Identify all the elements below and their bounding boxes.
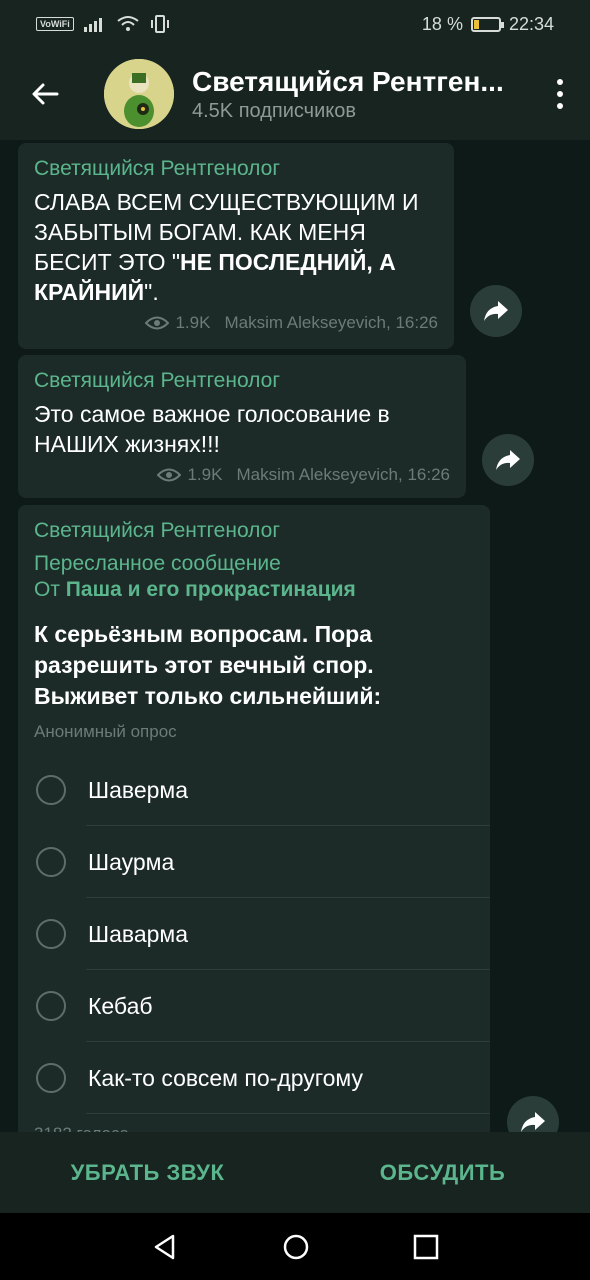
subscriber-count: 4.5K подписчиков [192, 99, 356, 122]
mute-button[interactable]: УБРАТЬ ЗВУК [0, 1160, 295, 1186]
message-meta: 1.9K Maksim Alekseyevich, 16:26 [34, 465, 450, 485]
poll-message-bubble[interactable]: Светящийся Рентгенолог Пересланное сообщ… [18, 505, 490, 1132]
vowifi-badge: VoWiFi [36, 17, 74, 31]
poll-vote-count: 3182 голоса [34, 1124, 474, 1132]
channel-header: Светящийся Рентген... 4.5K подписчиков [0, 48, 590, 140]
poll-question: К серьёзным вопросам. Пора разрешить это… [34, 621, 382, 709]
signal-icon [83, 18, 102, 32]
poll-option-label: Как-то совсем по-другому [88, 1064, 363, 1091]
dot [557, 91, 563, 97]
message-author[interactable]: Светящийся Рентгенолог [34, 157, 438, 181]
forwarded-label: Пересланное сообщение [34, 552, 281, 575]
nav-back-icon[interactable] [151, 1233, 179, 1261]
poll-option[interactable]: Кебаб [34, 970, 490, 1042]
radio-button[interactable] [36, 1063, 66, 1093]
share-button[interactable] [482, 434, 534, 486]
share-arrow-icon [521, 1112, 545, 1132]
poll-type: Анонимный опрос [34, 722, 177, 741]
poll-options: Шаверма Шаурма Шаварма Кебаб Как-то совс… [34, 754, 490, 1114]
poll-option[interactable]: Шаварма [34, 898, 490, 970]
wifi-icon [117, 16, 139, 31]
system-navigation-bar [0, 1213, 590, 1280]
back-button[interactable] [0, 48, 90, 140]
vibrate-icon [150, 15, 169, 33]
radio-button[interactable] [36, 991, 66, 1021]
arrow-left-icon [32, 83, 59, 105]
battery-percent: 18 % [421, 13, 463, 34]
more-options-button[interactable] [530, 48, 590, 140]
discuss-button[interactable]: ОБСУДИТЬ [295, 1160, 590, 1186]
nav-recents-icon[interactable] [413, 1234, 439, 1260]
poll-option[interactable]: Как-то совсем по-другому [34, 1042, 490, 1114]
dot [557, 79, 563, 85]
poll-option[interactable]: Шаверма [34, 754, 490, 826]
dot [557, 103, 563, 109]
channel-avatar[interactable] [104, 59, 174, 129]
message-text-end: ". [144, 279, 159, 305]
battery-level [473, 19, 479, 29]
clock: 22:34 [508, 13, 554, 34]
channel-title[interactable]: Светящийся Рентген... [192, 66, 512, 98]
poll-option-label: Шаурма [88, 848, 175, 875]
share-button[interactable] [507, 1096, 559, 1132]
poll-option-label: Шаверма [88, 776, 189, 803]
eye-icon [145, 316, 170, 330]
share-button[interactable] [470, 285, 522, 337]
forwarded-from[interactable]: От Паша и его прокрастинация [34, 577, 474, 603]
forwarded-from-prefix: От [34, 578, 66, 601]
message-author[interactable]: Светящийся Рентгенолог [34, 369, 450, 393]
share-arrow-icon [484, 301, 508, 321]
battery-icon [470, 16, 504, 32]
message-bubble[interactable]: Светящийся Рентгенолог СЛАВА ВСЕМ СУЩЕСТ… [18, 143, 454, 349]
channel-bottom-bar: УБРАТЬ ЗВУК ОБСУДИТЬ [0, 1132, 590, 1213]
radio-button[interactable] [36, 919, 66, 949]
divider [86, 1113, 490, 1114]
forwarded-header[interactable]: Пересланное сообщение От Паша и его прок… [34, 551, 474, 603]
chat-area[interactable]: Светящийся Рентгенолог СЛАВА ВСЕМ СУЩЕСТ… [0, 140, 590, 1132]
message-bubble[interactable]: Светящийся Рентгенолог Это самое важное … [18, 355, 466, 498]
radio-button[interactable] [36, 775, 66, 805]
poll-option-label: Кебаб [88, 992, 153, 1019]
message-text: Это самое важное голосование в НАШИХ жиз… [34, 401, 390, 457]
message-meta: 1.9K Maksim Alekseyevich, 16:26 [34, 313, 438, 333]
view-count: 1.9K [175, 313, 211, 332]
forwarded-source-name[interactable]: Паша и его прокрастинация [66, 578, 356, 601]
share-arrow-icon [496, 450, 520, 470]
avatar-image [104, 59, 174, 129]
view-count: 1.9K [187, 465, 223, 484]
radio-button[interactable] [36, 847, 66, 877]
eye-icon [157, 468, 182, 482]
nav-home-icon[interactable] [282, 1233, 310, 1261]
message-signature: Maksim Alekseyevich, 16:26 [224, 313, 438, 332]
message-text: СЛАВА ВСЕМ СУЩЕСТВУЮЩИМ И ЗАБЫТЫМ БОГАМ.… [34, 187, 438, 307]
poll-option[interactable]: Шаурма [34, 826, 490, 898]
message-author[interactable]: Светящийся Рентгенолог [34, 519, 474, 543]
message-signature: Maksim Alekseyevich, 16:26 [236, 465, 450, 484]
poll-option-label: Шаварма [88, 920, 189, 947]
status-bar: VoWiFi 18 % 22:34 [0, 0, 590, 48]
